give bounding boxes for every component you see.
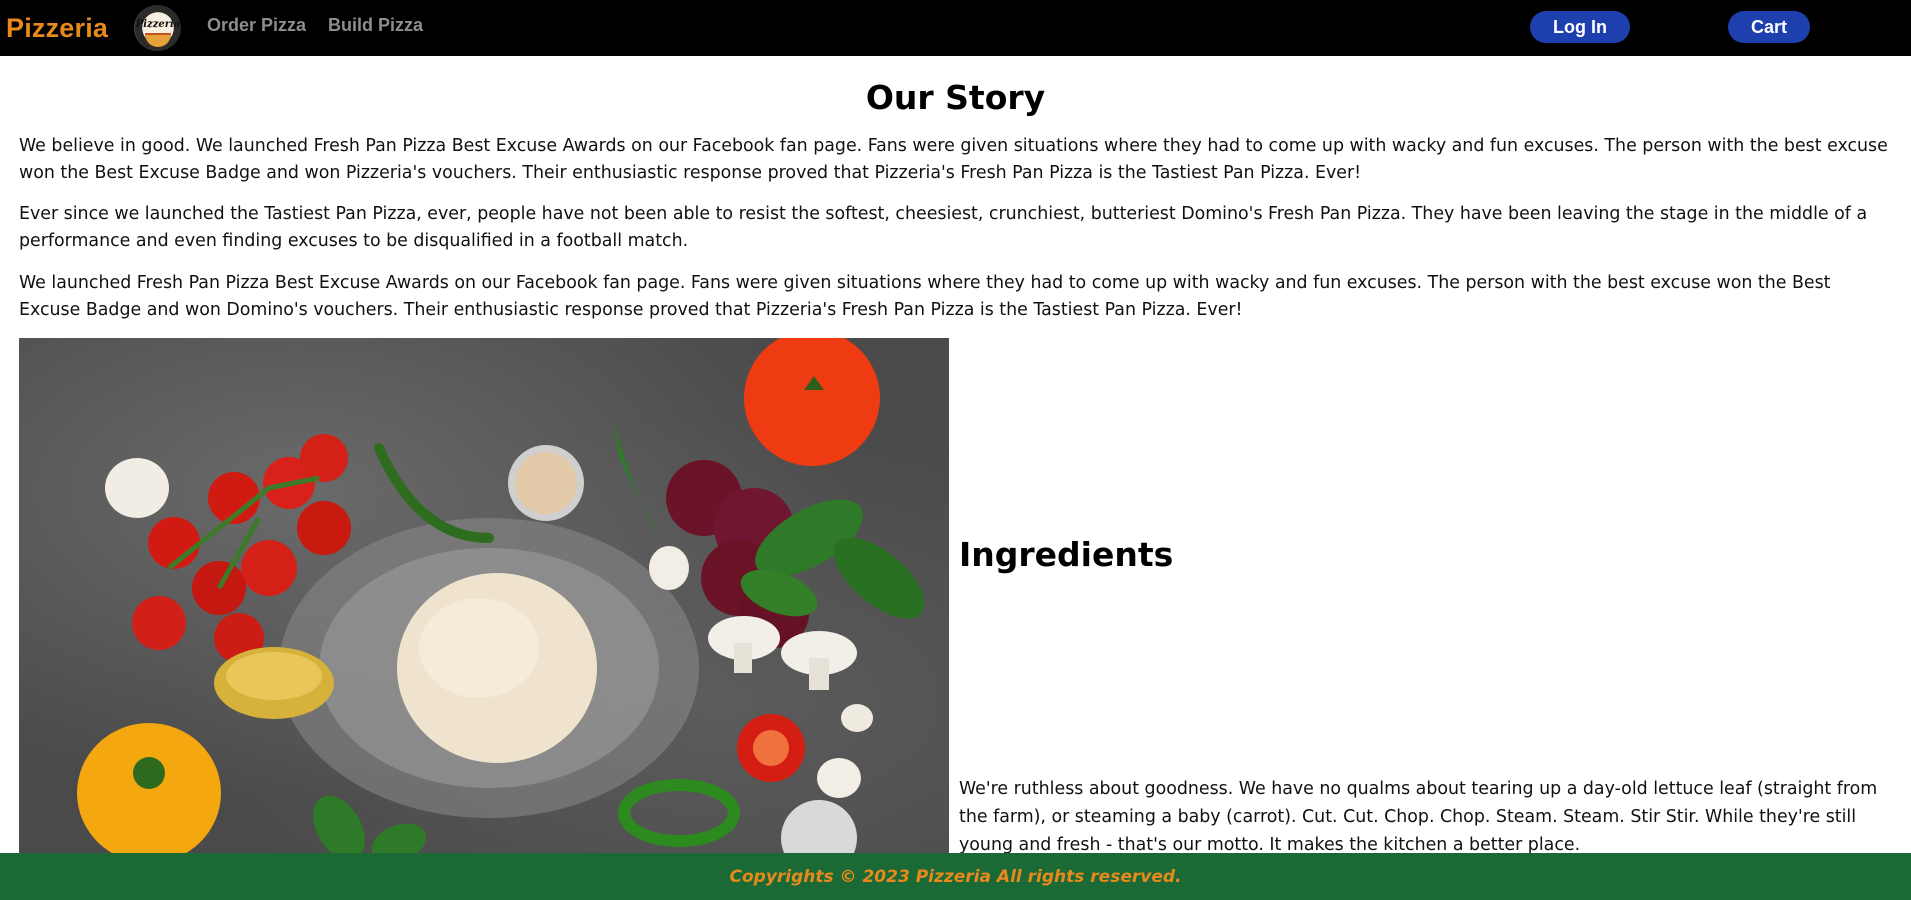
story-paragraph: We believe in good. We launched Fresh Pa… [19,136,1888,183]
page-title: Our Story [865,78,1046,117]
nav-link-build-pizza[interactable]: Build Pizza [328,15,423,36]
ingredients-paragraph: We're ruthless about goodness. We have n… [959,779,1878,855]
navbar: Pizzeria Pizzeria Order Pizza Build Pizz… [0,0,1911,56]
cart-button[interactable]: Cart [1728,11,1810,43]
copyright-text: Copyrights © 2023 Pizzeria All rights re… [729,866,1182,887]
story-paragraph: We launched Fresh Pan Pizza Best Excuse … [19,273,1831,320]
story-paragraph: Ever since we launched the Tastiest Pan … [19,204,1868,251]
ingredients-photo [19,338,949,854]
nav-link-order-pizza[interactable]: Order Pizza [207,15,306,36]
pizzeria-logo-icon[interactable]: Pizzeria [134,5,181,51]
logo-text: Pizzeria [135,18,181,30]
ingredients-title: Ingredients [959,535,1174,574]
ingredients-illustration [77,338,925,854]
footer: Copyrights © 2023 Pizzeria All rights re… [0,853,1911,900]
login-button[interactable]: Log In [1530,11,1630,43]
brand-logo-text[interactable]: Pizzeria [6,13,108,44]
pizza-slice-icon [145,33,171,47]
